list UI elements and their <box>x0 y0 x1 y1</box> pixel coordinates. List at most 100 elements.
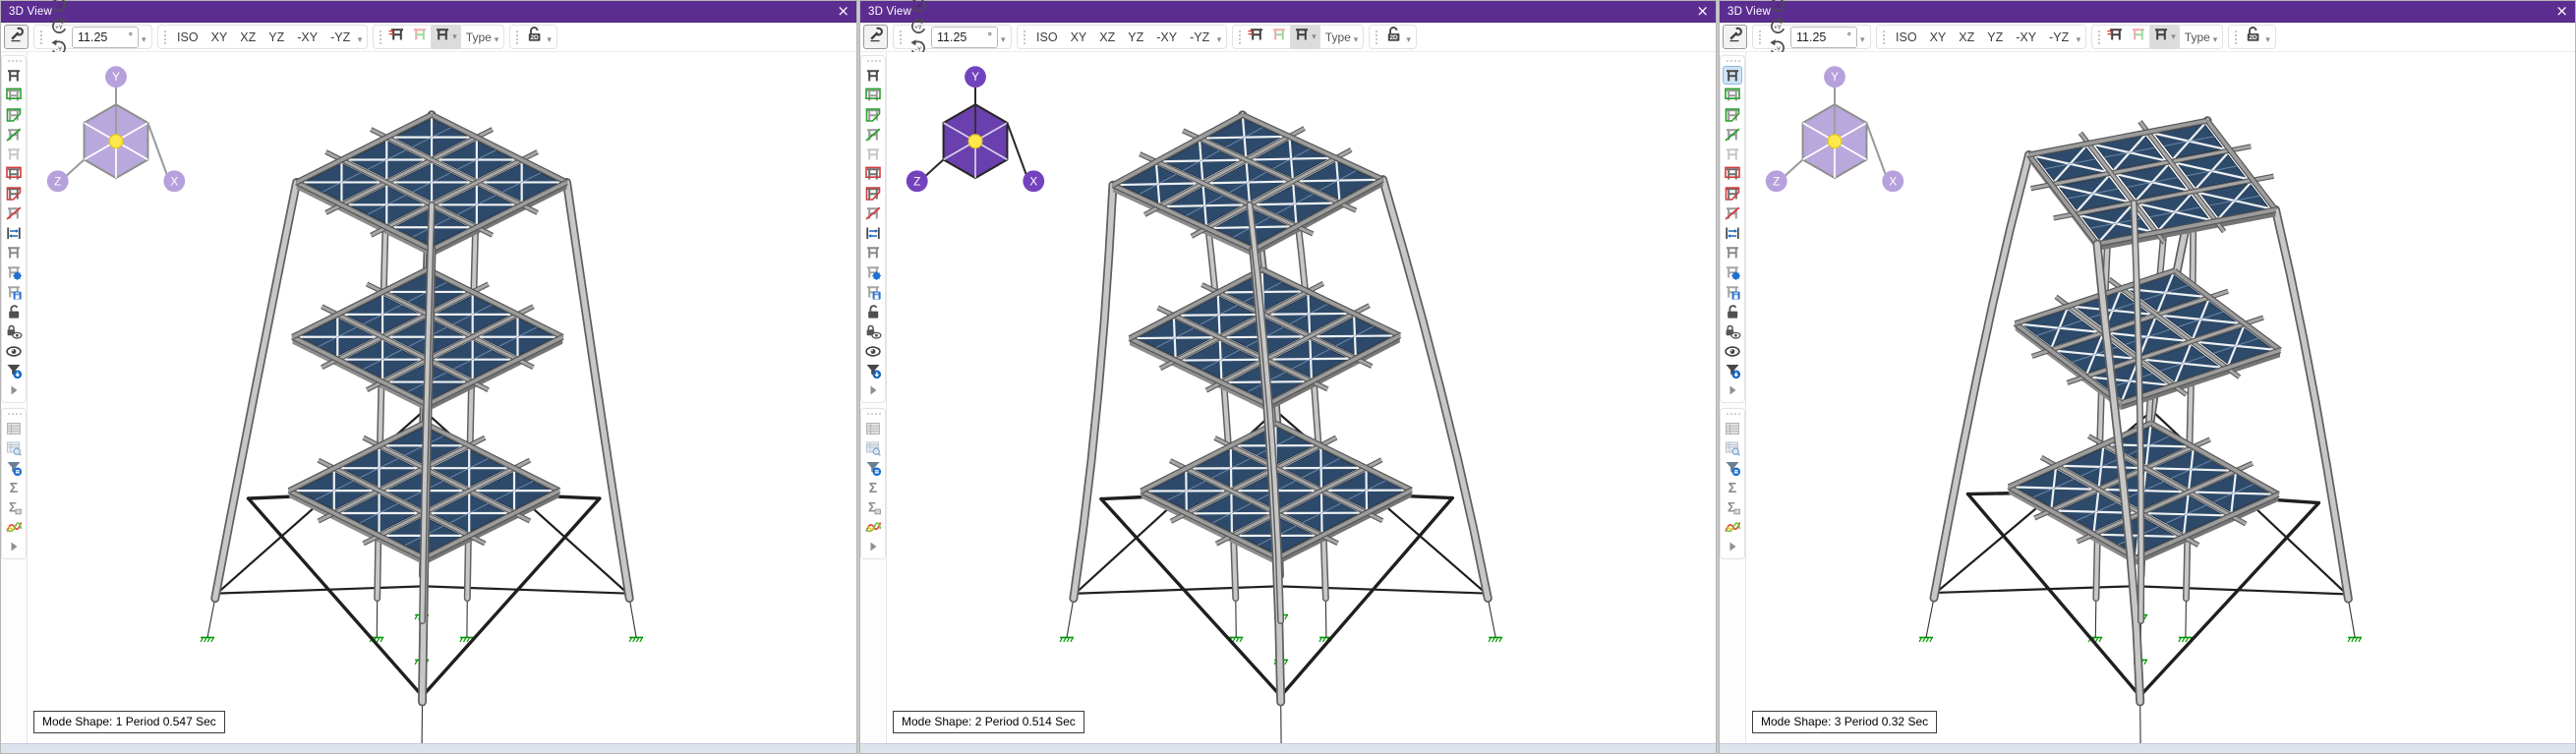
chevron-down-icon[interactable]: ▾ <box>1001 35 1006 45</box>
view-iso-button[interactable]: ISO <box>1890 30 1924 44</box>
results-filter-icon[interactable] <box>1723 458 1742 477</box>
axis-y-label[interactable]: Y <box>105 66 127 87</box>
palette-drag-handle[interactable] <box>7 59 22 64</box>
type-dropdown-label[interactable]: Type <box>2180 30 2212 44</box>
rotate-minus-x-button[interactable]: -X <box>907 0 929 16</box>
view-setup-button[interactable] <box>863 25 888 49</box>
structure-display-mode-button[interactable]: ▾ <box>2149 25 2180 49</box>
view-save-icon[interactable] <box>1723 282 1742 301</box>
view-green-section-icon[interactable] <box>1723 105 1742 124</box>
toolbar-drag-handle[interactable] <box>1023 29 1027 44</box>
view-xy-button[interactable]: XY <box>1923 30 1953 44</box>
view-xz-button[interactable]: XZ <box>1953 30 1981 44</box>
view-settings-icon[interactable] <box>863 262 883 281</box>
view-red-diagonal-icon[interactable] <box>4 203 24 222</box>
rotate-plusminus-y-button[interactable]: +Y <box>1766 16 1788 37</box>
view-minus-xy-button[interactable]: -XY <box>2010 30 2043 44</box>
chevron-down-icon[interactable]: ▾ <box>1406 35 1411 45</box>
expand-more-icon[interactable] <box>863 537 883 555</box>
palette-drag-handle[interactable] <box>7 412 22 417</box>
view-xy-button[interactable]: XY <box>1064 30 1093 44</box>
expand-more-icon[interactable] <box>1723 537 1742 555</box>
expand-more-icon[interactable] <box>4 380 24 399</box>
palette-drag-handle[interactable] <box>866 412 881 417</box>
structure-outline-icon[interactable] <box>863 243 883 261</box>
toolbar-drag-handle[interactable] <box>39 29 44 44</box>
view-green-box-icon[interactable] <box>4 86 24 104</box>
lock-2d-button[interactable]: 2D <box>523 25 546 49</box>
view-red-section-icon[interactable] <box>4 184 24 203</box>
palette-drag-handle[interactable] <box>1726 59 1740 64</box>
view-green-box-icon[interactable] <box>863 86 883 104</box>
whole-structure-icon[interactable] <box>1723 66 1742 85</box>
structure-dim-icon[interactable] <box>4 145 24 163</box>
view-red-box-icon[interactable] <box>863 164 883 183</box>
view-green-section-icon[interactable] <box>863 105 883 124</box>
section-outline-button[interactable] <box>2128 25 2149 49</box>
rotation-angle-input[interactable] <box>1791 29 1838 45</box>
rotate-minus-x-button[interactable]: -X <box>47 0 70 16</box>
palette-drag-handle[interactable] <box>866 59 881 64</box>
view-green-section-icon[interactable] <box>4 105 24 124</box>
results-filter-icon[interactable] <box>4 458 24 477</box>
view-settings-icon[interactable] <box>1723 262 1742 281</box>
chevron-down-icon[interactable]: ▾ <box>2213 35 2218 45</box>
filter-apply-icon[interactable] <box>863 361 883 379</box>
axis-z-label[interactable]: Z <box>47 170 69 192</box>
view-red-box-icon[interactable] <box>4 164 24 183</box>
expand-more-icon[interactable] <box>4 537 24 555</box>
sum-icon[interactable]: Σ <box>1723 478 1742 496</box>
view-settings-icon[interactable] <box>4 262 24 281</box>
toolbar-drag-handle[interactable] <box>2234 29 2239 44</box>
axis-y-label[interactable]: Y <box>965 66 986 87</box>
lock-visibility-icon[interactable] <box>1723 321 1742 340</box>
axis-x-label[interactable]: X <box>1882 170 1903 192</box>
lock-visibility-icon[interactable] <box>863 321 883 340</box>
sum-partial-icon[interactable]: Σ <box>4 497 24 516</box>
whole-structure-icon[interactable] <box>4 66 24 85</box>
model-viewport[interactable]: YZX Mode Shape: 1 Period 0.547 Sec <box>28 52 856 743</box>
horizontal-scrollbar[interactable] <box>1720 743 2575 753</box>
model-viewport[interactable]: YZX Mode Shape: 2 Period 0.514 Sec <box>887 52 1716 743</box>
unlock-icon[interactable] <box>1723 302 1742 320</box>
view-red-diagonal-icon[interactable] <box>863 203 883 222</box>
close-icon[interactable]: × <box>837 4 849 19</box>
view-minus-yz-button[interactable]: -YZ <box>2043 30 2076 44</box>
view-save-icon[interactable] <box>4 282 24 301</box>
filter-apply-icon[interactable] <box>4 361 24 379</box>
view-cube-axes[interactable]: YZX <box>1758 60 1911 213</box>
renumber-members-icon[interactable] <box>4 223 24 242</box>
rotation-angle-input[interactable] <box>932 29 978 45</box>
view-xz-button[interactable]: XZ <box>234 30 263 44</box>
results-table-icon[interactable] <box>4 419 24 437</box>
axis-y-label[interactable]: Y <box>1824 66 1845 87</box>
rotate-plusminus-y-button[interactable]: +Y <box>47 16 70 37</box>
rotate-plusminus-y-button[interactable]: +Y <box>907 16 929 37</box>
model-viewport[interactable]: YZX Mode Shape: 3 Period 0.32 Sec <box>1746 52 2575 743</box>
structure-outline-icon[interactable] <box>1723 243 1742 261</box>
view-cube-axes[interactable]: YZX <box>899 60 1052 213</box>
type-dropdown-label[interactable]: Type <box>1320 30 1353 44</box>
lock-visibility-icon[interactable] <box>4 321 24 340</box>
view-yz-button[interactable]: YZ <box>1122 30 1150 44</box>
toolbar-drag-handle[interactable] <box>163 29 168 44</box>
sum-partial-icon[interactable]: Σ <box>1723 497 1742 516</box>
sum-icon[interactable]: Σ <box>4 478 24 496</box>
view-red-section-icon[interactable] <box>1723 184 1742 203</box>
view-minus-yz-button[interactable]: -YZ <box>1184 30 1216 44</box>
sum-icon[interactable]: Σ <box>863 478 883 496</box>
palette-drag-handle[interactable] <box>1726 412 1740 417</box>
view-green-box-icon[interactable] <box>1723 86 1742 104</box>
horizontal-scrollbar[interactable] <box>860 743 1716 753</box>
visibility-icon[interactable] <box>863 341 883 360</box>
unlock-icon[interactable] <box>4 302 24 320</box>
toolbar-drag-handle[interactable] <box>1882 29 1887 44</box>
visibility-icon[interactable] <box>1723 341 1742 360</box>
view-red-diagonal-icon[interactable] <box>1723 203 1742 222</box>
deflected-shape-button[interactable] <box>386 25 409 49</box>
toolbar-drag-handle[interactable] <box>899 29 904 44</box>
view-red-box-icon[interactable] <box>1723 164 1742 183</box>
filter-apply-icon[interactable] <box>1723 361 1742 379</box>
chevron-down-icon[interactable]: ▾ <box>2077 35 2081 45</box>
view-yz-button[interactable]: YZ <box>1981 30 2010 44</box>
